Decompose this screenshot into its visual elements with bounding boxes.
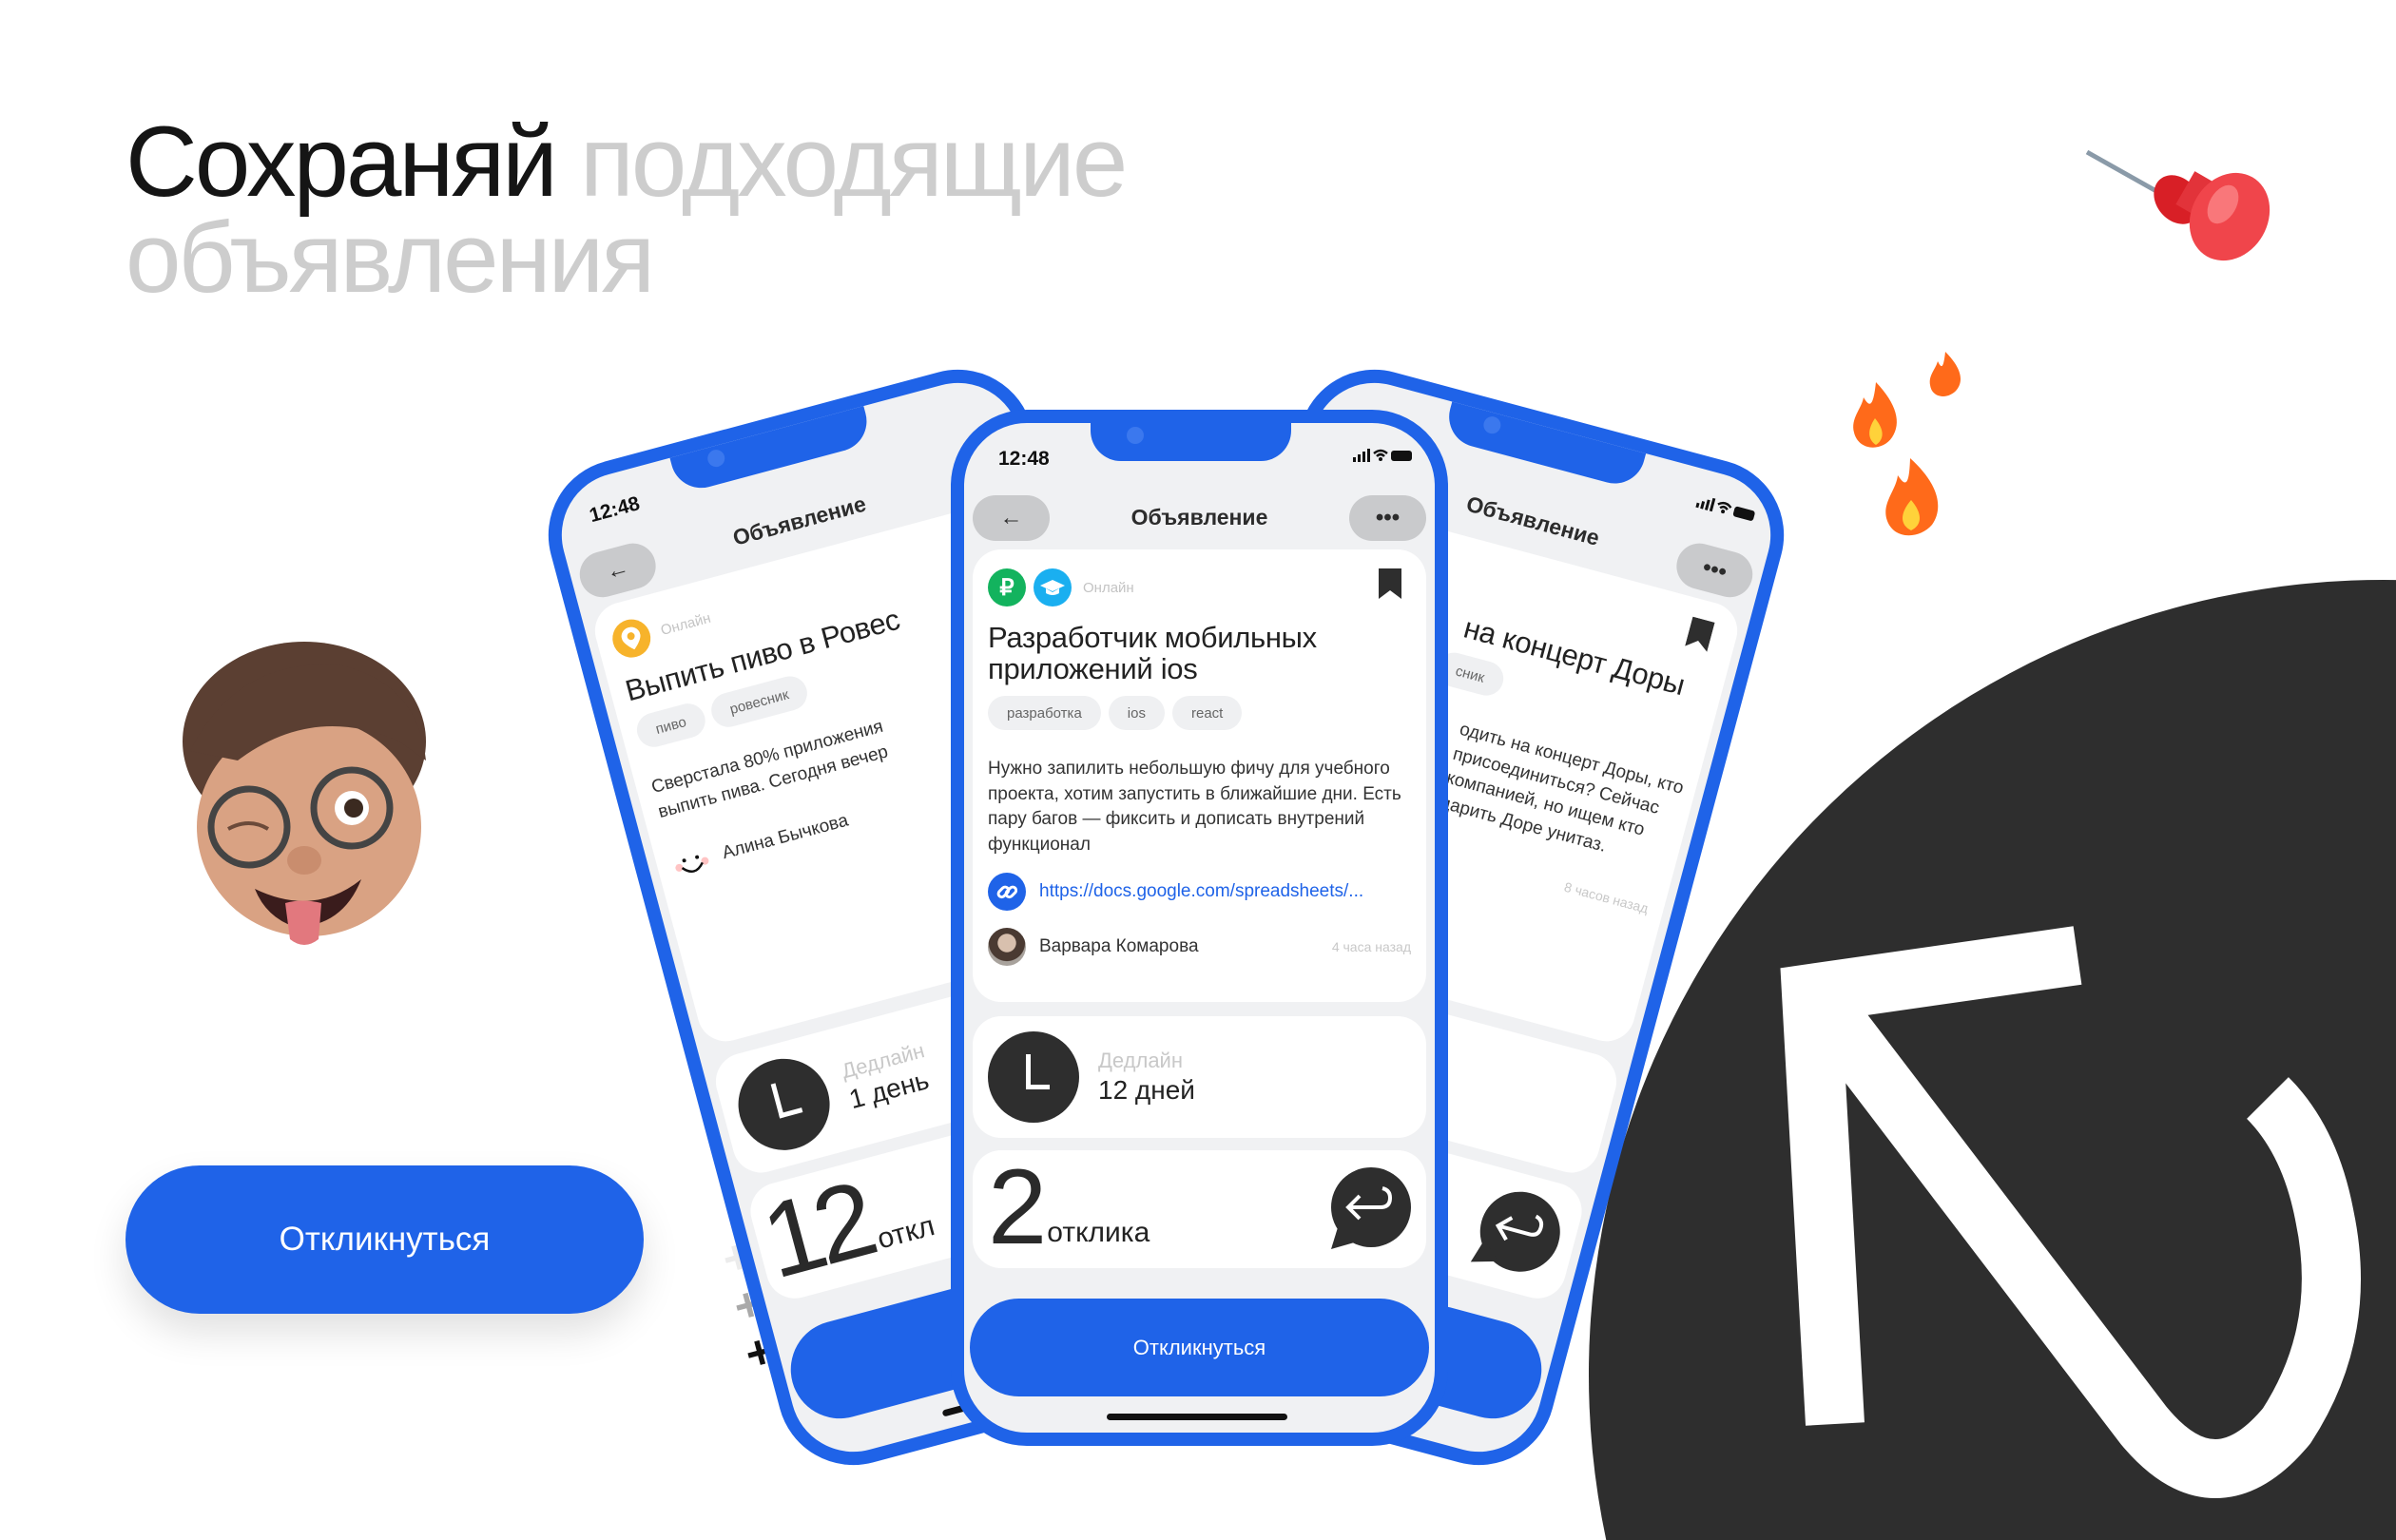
headline-light-1: подходящие: [580, 106, 1128, 218]
clock-icon: [727, 1049, 841, 1161]
reply-bubble-icon[interactable]: [1324, 1165, 1411, 1253]
author-name: Алина Бычкова: [720, 810, 851, 864]
author-avatar: [988, 928, 1026, 966]
camera-dot: [1481, 414, 1503, 436]
fire-icon: [1853, 352, 1961, 536]
more-dots-icon: •••: [1375, 505, 1401, 530]
posted-time: 8 часов назад: [1562, 878, 1651, 916]
signal-wifi-battery-icon: [1353, 449, 1412, 462]
signal-wifi-battery-icon: [1695, 497, 1755, 521]
responses-label: отклика: [1047, 1217, 1150, 1248]
smiley-avatar-icon: [668, 839, 715, 886]
tag-chip[interactable]: ios: [1108, 696, 1165, 730]
location-label: Онлайн: [658, 609, 713, 639]
tag-chip[interactable]: разработка: [988, 696, 1101, 730]
responses-count: 12: [750, 1159, 881, 1301]
deadline-card: Дедлайн 12 дней: [973, 1016, 1426, 1138]
link-icon: [988, 873, 1026, 911]
listing-description: Нужно запилить небольшую фичу для учебно…: [988, 759, 1401, 855]
bookmark-icon[interactable]: [1379, 568, 1401, 599]
respond-button[interactable]: Откликнуться: [126, 1165, 644, 1314]
camera-dot: [705, 448, 727, 470]
memoji-avatar: [183, 642, 426, 945]
status-time: 12:48: [587, 492, 643, 528]
home-indicator: [1107, 1414, 1287, 1420]
status-icons: [1353, 448, 1414, 463]
listing-title: Разработчик мобильных приложений ios: [988, 621, 1317, 685]
more-button[interactable]: •••: [1349, 495, 1426, 541]
responses-count: 2: [988, 1147, 1047, 1266]
headline-dark: Сохраняй: [126, 106, 558, 218]
pushpin-icon: [2085, 149, 2270, 261]
camera-dot: [1127, 427, 1144, 444]
bookmark-icon[interactable]: [1685, 616, 1715, 652]
ruble-icon: ₽: [988, 568, 1026, 606]
tag-chip[interactable]: пиво: [632, 700, 709, 751]
clock-icon: [988, 1031, 1079, 1123]
attachment-link[interactable]: https://docs.google.com/spreadsheets/...: [1039, 881, 1363, 902]
responses-card: 2 отклика: [973, 1150, 1426, 1268]
responses-label: откл: [874, 1209, 938, 1256]
respond-button[interactable]: Откликнуться: [970, 1299, 1429, 1396]
author-name: Варвара Комарова: [1039, 936, 1199, 956]
more-button[interactable]: •••: [1671, 538, 1758, 603]
page-headline: Сохраняй подходящие объявления: [126, 112, 1128, 308]
location-pin-icon: [608, 615, 655, 663]
phone-center: 12:48 ← Объявление ••• ₽ Онлайн Разработ…: [951, 410, 1448, 1446]
headline-light-2: объявления: [126, 202, 655, 314]
listing-card: ₽ Онлайн Разработчик мобильных приложени…: [973, 549, 1426, 1002]
status-time: 12:48: [998, 448, 1050, 470]
more-dots-icon: •••: [1699, 554, 1730, 586]
phone-notch: [1091, 423, 1291, 461]
status-icons: [1695, 493, 1758, 524]
deadline-value: 12 дней: [1098, 1075, 1195, 1105]
posted-time: 4 часа назад: [1331, 939, 1411, 954]
deadline-label: Дедлайн: [1098, 1049, 1183, 1072]
graduation-cap-icon: [1034, 568, 1072, 606]
location-label: Онлайн: [1083, 579, 1134, 596]
tag-chip[interactable]: react: [1171, 696, 1243, 730]
reply-bubble-icon: [1470, 1191, 1560, 1272]
